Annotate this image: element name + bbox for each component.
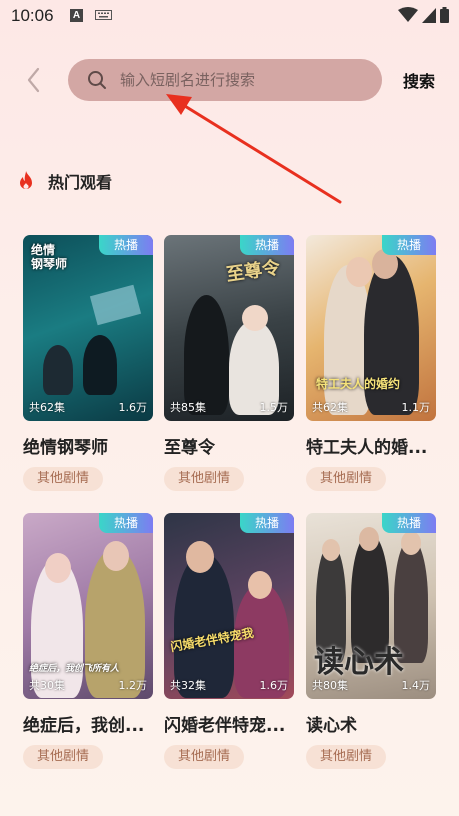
episode-count: 共30集 xyxy=(29,679,65,692)
view-count: 1.4万 xyxy=(401,679,431,692)
drama-card[interactable]: 读心术 热播 共80集 1.4万 读心术 其他剧情 xyxy=(306,513,436,769)
view-count: 1.6万 xyxy=(259,679,289,692)
status-bar: 10:06 A xyxy=(0,0,459,34)
signal-icon xyxy=(422,7,436,23)
search-input[interactable] xyxy=(120,59,370,101)
poster-title-text: 绝情 钢琴师 xyxy=(31,243,68,271)
episode-count: 共32集 xyxy=(170,679,206,692)
genre-tag: 其他剧情 xyxy=(306,467,387,491)
drama-card[interactable]: 特工夫人的婚约 热播 共62集 1.1万 特工夫人的婚... 其他剧情 xyxy=(306,235,436,491)
drama-title[interactable]: 读心术 xyxy=(306,711,436,736)
section-title: 热门观看 xyxy=(48,173,113,192)
drama-poster[interactable]: 特工夫人的婚约 热播 共62集 1.1万 xyxy=(306,235,436,421)
drama-title[interactable]: 至尊令 xyxy=(164,433,294,458)
drama-poster[interactable]: 闪婚老伴特宠我 热播 共32集 1.6万 xyxy=(164,513,294,699)
wifi-icon xyxy=(398,7,418,22)
drama-poster[interactable]: 绝情 钢琴师 热播 共62集 1.6万 xyxy=(23,235,153,421)
drama-title[interactable]: 闪婚老伴特宠... xyxy=(164,711,294,736)
episode-count: 共62集 xyxy=(29,401,65,414)
back-arrow-icon[interactable] xyxy=(22,66,46,94)
hot-badge: 热播 xyxy=(240,235,294,255)
search-bar[interactable] xyxy=(68,59,382,101)
episode-count: 共62集 xyxy=(312,401,348,414)
keyboard-icon xyxy=(95,10,112,20)
episode-count: 共85集 xyxy=(170,401,206,414)
drama-poster[interactable]: 绝症后，我创飞所有人 热播 共30集 1.2万 xyxy=(23,513,153,699)
genre-tag: 其他剧情 xyxy=(23,467,104,491)
battery-icon xyxy=(440,7,449,23)
drama-title[interactable]: 特工夫人的婚... xyxy=(306,433,436,458)
genre-tag: 其他剧情 xyxy=(164,467,245,491)
drama-card[interactable]: 绝症后，我创飞所有人 热播 共30集 1.2万 绝症后，我创... 其他剧情 xyxy=(23,513,153,769)
poster-title-text: 特工夫人的婚约 xyxy=(316,377,401,391)
genre-tag: 其他剧情 xyxy=(23,745,104,769)
search-button[interactable]: 搜索 xyxy=(403,68,435,92)
genre-tag: 其他剧情 xyxy=(306,745,387,769)
episode-count: 共80集 xyxy=(312,679,348,692)
section-hot-watching: 热门观看 xyxy=(16,169,112,193)
hot-badge: 热播 xyxy=(99,513,153,533)
hot-badge: 热播 xyxy=(382,235,436,255)
poster-title-text: 至尊令 xyxy=(225,257,282,286)
poster-title-text: 读心术 xyxy=(314,645,404,680)
hot-badge: 热播 xyxy=(382,513,436,533)
fire-icon xyxy=(20,171,32,189)
view-count: 1.6万 xyxy=(118,401,148,414)
genre-tag: 其他剧情 xyxy=(164,745,245,769)
drama-card[interactable]: 闪婚老伴特宠我 热播 共32集 1.6万 闪婚老伴特宠... 其他剧情 xyxy=(164,513,294,769)
drama-title[interactable]: 绝情钢琴师 xyxy=(23,433,153,458)
view-count: 1.5万 xyxy=(259,401,289,414)
view-count: 1.1万 xyxy=(401,401,431,414)
a-notification-icon: A xyxy=(70,9,83,22)
search-icon xyxy=(88,71,106,89)
hot-badge: 热播 xyxy=(99,235,153,255)
drama-poster[interactable]: 读心术 热播 共80集 1.4万 xyxy=(306,513,436,699)
view-count: 1.2万 xyxy=(118,679,148,692)
drama-card[interactable]: 至尊令 热播 共85集 1.5万 至尊令 其他剧情 xyxy=(164,235,294,491)
status-time: 10:06 xyxy=(11,6,54,25)
hot-badge: 热播 xyxy=(240,513,294,533)
drama-poster[interactable]: 至尊令 热播 共85集 1.5万 xyxy=(164,235,294,421)
drama-card[interactable]: 绝情 钢琴师 热播 共62集 1.6万 绝情钢琴师 其他剧情 xyxy=(23,235,153,491)
drama-title[interactable]: 绝症后，我创... xyxy=(23,711,153,736)
poster-title-text: 绝症后，我创飞所有人 xyxy=(29,664,120,674)
